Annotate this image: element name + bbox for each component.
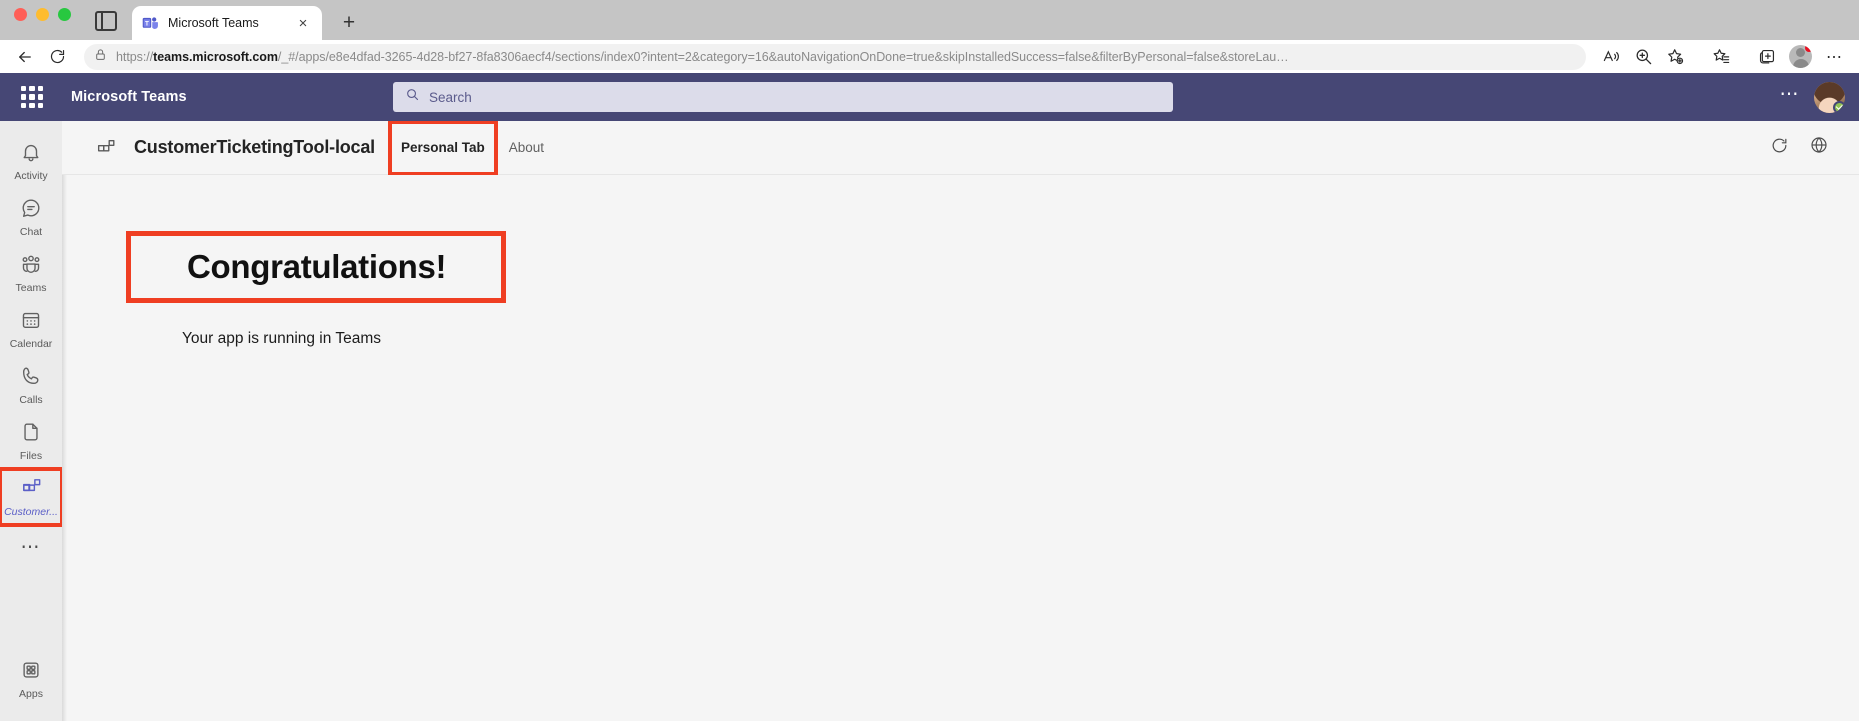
browser-settings-icon[interactable]: ⋯ xyxy=(1819,43,1849,71)
sidebar-more-apps-icon[interactable]: ⋯ xyxy=(21,525,42,569)
teams-left-rail: Activity Chat Teams Calendar Calls Files… xyxy=(0,121,64,721)
avatar-head xyxy=(1796,48,1805,57)
new-tab-button[interactable]: + xyxy=(338,11,360,33)
teams-favicon: T xyxy=(142,15,159,32)
add-favorite-icon[interactable] xyxy=(1660,43,1690,71)
status-badge xyxy=(1833,100,1845,113)
lock-icon xyxy=(94,48,107,66)
sidebar-item-files[interactable]: Files xyxy=(0,413,62,469)
browser-toolbar: https://teams.microsoft.com/_#/apps/e8e4… xyxy=(0,40,1859,73)
collections-icon[interactable] xyxy=(1752,43,1782,71)
teams-brand-label: Microsoft Teams xyxy=(71,89,187,105)
refresh-icon[interactable] xyxy=(1770,136,1789,160)
browser-tab[interactable]: T Microsoft Teams × xyxy=(132,6,322,40)
favorites-icon[interactable] xyxy=(1706,43,1736,71)
globe-icon[interactable] xyxy=(1809,135,1829,160)
close-icon[interactable]: × xyxy=(294,14,312,32)
sidebar-item-label: Teams xyxy=(15,281,47,294)
teams-header-actions: ⋯ xyxy=(1780,81,1845,113)
app-content-frame: Congratulations! Your app is running in … xyxy=(62,175,1859,721)
browser-window: T Microsoft Teams × + https://teams.micr… xyxy=(0,0,1859,721)
content-left-shadow xyxy=(62,175,67,721)
window-controls xyxy=(14,0,71,40)
sidebar-bottom: Apps xyxy=(0,651,62,721)
search-icon xyxy=(405,87,420,107)
app-tab-list: Personal Tab About xyxy=(387,119,556,176)
minimize-window-button[interactable] xyxy=(36,7,49,21)
svg-text:T: T xyxy=(145,20,149,27)
calendar-icon xyxy=(20,309,42,336)
browser-sidebar-toggle-icon[interactable] xyxy=(95,11,117,31)
file-icon xyxy=(20,421,42,448)
tab-label: Personal Tab xyxy=(400,140,485,155)
avatar[interactable] xyxy=(1814,81,1845,113)
teams-search-wrapper: Search xyxy=(393,82,1173,112)
page-title: CustomerTicketingTool-local xyxy=(134,137,375,157)
tab-about[interactable]: About xyxy=(497,121,556,175)
browser-tab-strip: T Microsoft Teams × + xyxy=(0,0,1859,40)
sidebar-item-calls[interactable]: Calls xyxy=(0,357,62,413)
sidebar-item-customer-ticketing-tool[interactable]: Customer... xyxy=(0,467,64,527)
congratulations-highlight-box: Congratulations! xyxy=(126,231,506,304)
teams-app: Microsoft Teams Search ⋯ Activity Chat T… xyxy=(0,73,1859,721)
sidebar-item-calendar[interactable]: Calendar xyxy=(0,301,62,357)
congratulations-heading: Congratulations! xyxy=(187,248,447,285)
teams-body: Activity Chat Teams Calendar Calls Files… xyxy=(0,119,1859,721)
app-launcher-icon[interactable] xyxy=(17,82,47,112)
zoom-icon[interactable] xyxy=(1628,43,1658,71)
sidebar-item-label: Customer... xyxy=(4,506,58,519)
read-aloud-icon[interactable] xyxy=(1596,43,1626,71)
tab-personal-tab[interactable]: Personal Tab xyxy=(387,119,498,176)
sidebar-item-label: Calls xyxy=(19,393,43,406)
sidebar-item-teams[interactable]: Teams xyxy=(0,245,62,301)
sidebar-item-chat[interactable]: Chat xyxy=(0,189,62,245)
browser-tab-title: Microsoft Teams xyxy=(168,16,259,30)
back-icon[interactable] xyxy=(10,43,40,71)
sidebar-item-apps[interactable]: Apps xyxy=(0,651,62,707)
search-placeholder: Search xyxy=(429,89,472,105)
apps-icon xyxy=(20,659,42,686)
teams-more-icon[interactable]: ⋯ xyxy=(1780,85,1801,109)
sidebar-item-label: Calendar xyxy=(9,337,53,350)
app-grid-icon xyxy=(20,476,43,504)
browser-toolbar-actions: ⋯ xyxy=(1596,43,1849,71)
reload-icon[interactable] xyxy=(42,43,72,71)
app-header: CustomerTicketingTool-local Personal Tab… xyxy=(62,119,1859,176)
sidebar-item-label: Files xyxy=(19,449,43,462)
teams-icon xyxy=(19,253,43,280)
sidebar-item-label: Activity xyxy=(14,169,48,182)
profile-alert-badge xyxy=(1805,45,1812,52)
chat-icon xyxy=(20,197,42,224)
app-header-actions xyxy=(1770,135,1843,160)
phone-icon xyxy=(20,365,42,392)
app-running-subtext: Your app is running in Teams xyxy=(182,330,382,348)
sidebar-item-label: Chat xyxy=(19,225,43,238)
teams-top-bar: Microsoft Teams Search ⋯ xyxy=(0,73,1859,121)
sidebar-item-label: Apps xyxy=(19,687,43,700)
browser-profile-avatar[interactable] xyxy=(1789,45,1812,68)
maximize-window-button[interactable] xyxy=(58,7,71,21)
app-grid-icon xyxy=(92,134,120,162)
address-bar[interactable]: https://teams.microsoft.com/_#/apps/e8e4… xyxy=(84,43,1586,70)
bell-icon xyxy=(20,141,42,168)
address-bar-url: https://teams.microsoft.com/_#/apps/e8e4… xyxy=(116,49,1289,64)
tab-label: About xyxy=(508,140,545,155)
sidebar-item-activity[interactable]: Activity xyxy=(0,133,62,189)
close-window-button[interactable] xyxy=(14,7,27,21)
search-input[interactable]: Search xyxy=(393,82,1173,112)
avatar-body xyxy=(1792,59,1809,68)
app-pane: CustomerTicketingTool-local Personal Tab… xyxy=(62,119,1859,721)
